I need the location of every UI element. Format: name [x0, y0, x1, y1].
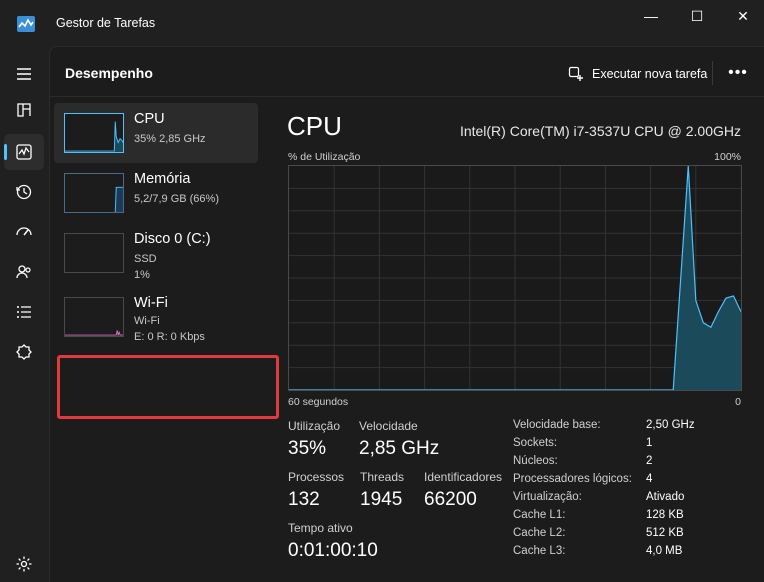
device-detail: 35% 2,85 GHz — [134, 133, 206, 145]
cpu-model: Intel(R) Core(TM) i7-3537U CPU @ 2.00GHz — [459, 123, 741, 139]
page-title: Desempenho — [65, 65, 153, 81]
processes-icon — [17, 103, 31, 117]
minimize-icon: — — [644, 8, 658, 24]
device-throughput: E: 0 R: 0 Kbps — [134, 331, 205, 343]
disk-thumbnail — [64, 233, 124, 273]
main-content: Desempenho Executar nova tarefa ••• CPU … — [49, 46, 764, 582]
processes-label: Processos — [288, 470, 345, 484]
handles-value: 66200 — [424, 489, 477, 510]
uptime-label: Tempo ativo — [288, 521, 353, 535]
device-wifi[interactable]: Wi-Fi Wi-Fi E: 0 R: 0 Kbps — [54, 287, 258, 347]
nav-startup-apps[interactable] — [4, 214, 44, 250]
window-title: Gestor de Tarefas — [56, 16, 156, 30]
more-options-button[interactable]: ••• — [724, 61, 752, 85]
wifi-thumbnail — [64, 297, 124, 337]
run-new-task-button[interactable]: Executar nova tarefa — [562, 59, 713, 89]
maximize-button[interactable]: ☐ — [674, 0, 720, 32]
uptime-value: 0:01:00:10 — [288, 540, 378, 561]
cpu-utilization-graph — [288, 165, 742, 391]
minimize-button[interactable]: — — [628, 0, 674, 32]
cpu-thumbnail — [64, 113, 124, 153]
memory-mini-graph — [114, 186, 123, 212]
nav-performance[interactable] — [4, 134, 44, 170]
services-icon — [16, 344, 32, 360]
spec-key: Núcleos: — [513, 455, 558, 467]
graph-y-label: % de Utilização — [288, 151, 361, 163]
nav-details[interactable] — [4, 294, 44, 330]
spec-key: Virtualização: — [513, 491, 582, 503]
device-cpu[interactable]: CPU 35% 2,85 GHz — [54, 103, 258, 163]
spec-value: 512 KB — [646, 527, 684, 539]
processes-value: 132 — [288, 489, 320, 510]
spec-value: 2 — [646, 455, 653, 467]
speed-value: 2,85 GHz — [359, 438, 440, 459]
graph-y-min: 0 — [735, 396, 741, 408]
spec-value: 1 — [646, 437, 653, 449]
close-icon: ✕ — [737, 7, 749, 24]
spec-value: 128 KB — [646, 509, 684, 521]
menu-icon — [17, 68, 31, 80]
page-header: Desempenho Executar nova tarefa ••• — [50, 47, 764, 97]
navigation-rail — [0, 46, 48, 582]
graph-x-label: 60 segundos — [288, 396, 349, 408]
handles-label: Identificadores — [424, 470, 503, 484]
device-name: Disco 0 (C:) — [134, 231, 211, 247]
spec-value: Ativado — [646, 491, 685, 503]
highlight-box — [57, 355, 279, 419]
spec-key: Cache L1: — [513, 509, 566, 521]
performance-icon — [16, 144, 32, 160]
nav-processes[interactable] — [4, 92, 44, 128]
nav-menu-button[interactable] — [4, 56, 44, 92]
more-icon: ••• — [728, 64, 748, 81]
graph-y-max: 100% — [714, 151, 741, 163]
spec-key: Sockets: — [513, 437, 558, 449]
nav-users[interactable] — [4, 254, 44, 290]
details-icon — [17, 306, 31, 318]
nav-settings[interactable] — [4, 546, 44, 582]
device-name: Wi-Fi — [134, 295, 168, 311]
startup-apps-icon — [16, 227, 32, 236]
cpu-mini-graph — [65, 121, 123, 152]
run-task-label: Executar nova tarefa — [592, 67, 708, 81]
wifi-mini-graph — [65, 330, 123, 336]
title-bar: Gestor de Tarefas — ☐ ✕ — [0, 0, 764, 46]
device-detail: Wi-Fi — [134, 315, 160, 327]
gear-icon — [16, 556, 32, 572]
nav-app-history[interactable] — [4, 174, 44, 210]
spec-key: Cache L3: — [513, 545, 566, 557]
spec-value: 2,50 GHz — [646, 419, 695, 431]
threads-label: Threads — [360, 470, 405, 484]
utilization-value: 35% — [288, 438, 327, 459]
device-memory[interactable]: Memória 5,2/7,9 GB (66%) — [54, 163, 258, 223]
memory-thumbnail — [64, 173, 124, 213]
nav-services[interactable] — [4, 334, 44, 370]
cpu-graph-svg — [289, 166, 741, 390]
device-disk[interactable]: Disco 0 (C:) SSD 1% — [54, 223, 258, 283]
utilization-label: Utilização — [288, 419, 341, 433]
header-divider — [712, 61, 713, 85]
device-usage: 1% — [134, 269, 150, 281]
spec-key: Velocidade base: — [513, 419, 601, 431]
device-name: CPU — [134, 111, 165, 127]
spec-key: Cache L2: — [513, 527, 566, 539]
spec-value: 4 — [646, 473, 653, 485]
threads-value: 1945 — [360, 489, 403, 510]
close-button[interactable]: ✕ — [720, 0, 764, 32]
device-detail: 5,2/7,9 GB (66%) — [134, 193, 219, 205]
run-task-icon — [568, 66, 583, 81]
spec-value: 4,0 MB — [646, 545, 683, 557]
users-icon — [16, 265, 31, 279]
maximize-icon: ☐ — [690, 7, 704, 24]
detail-title: CPU — [287, 111, 342, 141]
app-history-icon — [16, 184, 32, 200]
device-name: Memória — [134, 171, 191, 187]
device-detail: SSD — [134, 253, 157, 265]
spec-key: Processadores lógicos: — [513, 473, 632, 485]
task-manager-app-icon — [17, 16, 35, 32]
speed-label: Velocidade — [359, 419, 418, 433]
